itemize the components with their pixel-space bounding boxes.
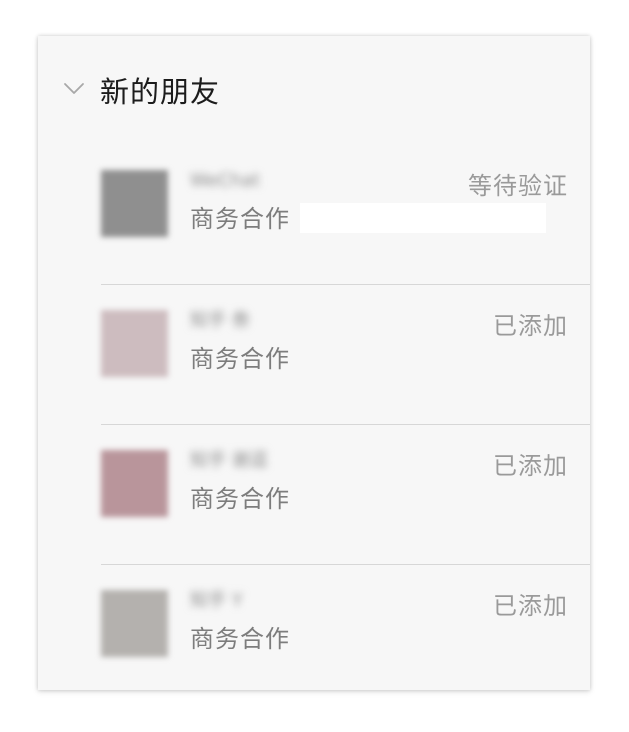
avatar[interactable] (101, 590, 168, 657)
contact-name: 知乎 叁 (190, 310, 250, 331)
contact-name: WeChat (190, 170, 260, 191)
friend-request-row[interactable]: 知乎 谢逗 商务合作 已添加 (101, 426, 590, 565)
contact-source: 商务合作 (190, 345, 290, 373)
contact-name: 知乎 谢逗 (190, 450, 268, 471)
redaction-bar (300, 203, 546, 233)
avatar[interactable] (101, 310, 168, 377)
friend-request-row[interactable]: 知乎 叁 商务合作 已添加 (101, 286, 590, 425)
row-divider (101, 284, 590, 285)
row-divider (101, 424, 590, 425)
friend-request-row[interactable]: 知乎 Y 商务合作 已添加 (101, 566, 590, 705)
status-label: 已添加 (493, 452, 568, 480)
status-label: 已添加 (493, 592, 568, 620)
contact-source: 商务合作 (190, 485, 290, 513)
status-label: 等待验证 (468, 172, 568, 200)
contact-name: 知乎 Y (190, 590, 243, 611)
status-label: 已添加 (493, 312, 568, 340)
new-friends-panel: 新的朋友 WeChat 商务合作 等待验证 知乎 叁 商务合作 已添加 知乎 谢… (38, 36, 590, 690)
chevron-down-icon[interactable] (63, 82, 85, 96)
new-friends-section-header[interactable]: 新的朋友 (38, 36, 590, 146)
friend-request-row[interactable]: WeChat 商务合作 等待验证 (101, 146, 590, 285)
avatar[interactable] (101, 170, 168, 237)
section-title: 新的朋友 (100, 75, 221, 109)
row-divider (101, 564, 590, 565)
avatar[interactable] (101, 450, 168, 517)
contact-source: 商务合作 (190, 205, 290, 233)
contact-source: 商务合作 (190, 625, 290, 653)
